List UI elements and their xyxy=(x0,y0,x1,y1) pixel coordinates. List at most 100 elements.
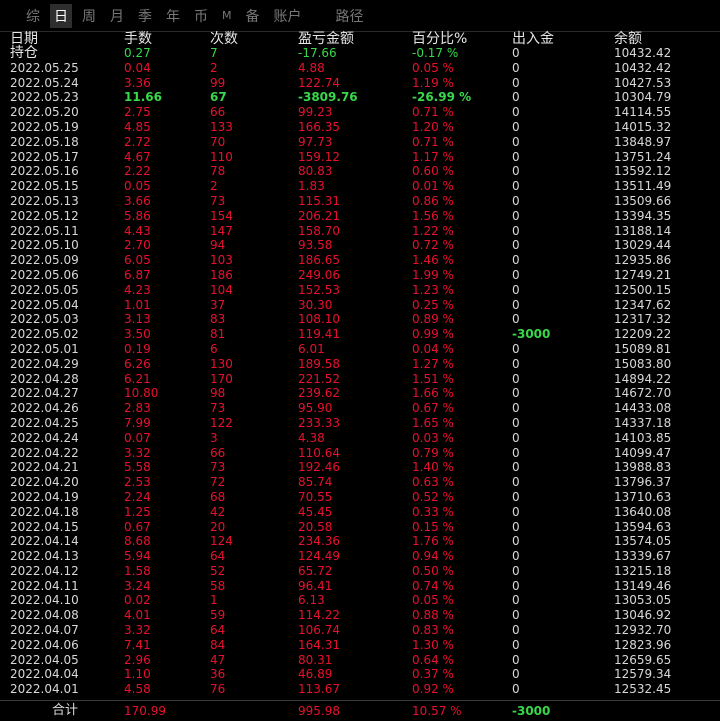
table-row[interactable]: 2022.04.12 1.58 52 65.72 0.50 % 0 13215.18 xyxy=(0,564,720,579)
cell-count: 81 xyxy=(210,327,226,342)
cell-lots: 7.99 xyxy=(124,415,151,430)
cell-lots: 3.13 xyxy=(124,312,151,327)
table-row[interactable]: 2022.05.23 11.66 67 -3809.76 -26.99 % 0 10304.… xyxy=(0,90,720,105)
cell-balance: 13594.63 xyxy=(614,519,672,534)
table-row[interactable]: 2022.04.29 6.26 130 189.58 1.27 % 0 15083.80 xyxy=(0,357,720,372)
table-row[interactable]: 2022.05.15 0.05 2 1.83 0.01 % 0 13511.49 xyxy=(0,179,720,194)
cell-cash-flow: 0 xyxy=(512,371,520,386)
cell-cash-flow: 0 xyxy=(512,105,520,120)
cell-cash-flow: 0 xyxy=(512,415,520,430)
position-balance: 10432.42 xyxy=(614,46,672,60)
cell-cash-flow: 0 xyxy=(512,90,520,105)
table-row[interactable]: 2022.04.01 4.58 76 113.67 0.92 % 0 12532.45 xyxy=(0,682,720,697)
table-row[interactable]: 2022.05.03 3.13 83 108.10 0.89 % 0 12317.32 xyxy=(0,312,720,327)
table-row[interactable]: 2022.04.14 8.68 124 234.36 1.76 % 0 13574.05 xyxy=(0,534,720,549)
table-row[interactable]: 2022.04.25 7.99 122 233.33 1.65 % 0 14337.18 xyxy=(0,416,720,431)
cell-date: 2022.04.22 xyxy=(10,445,79,460)
cell-balance: 10304.79 xyxy=(614,90,672,105)
cell-percent: 0.05 % xyxy=(412,60,454,75)
cell-lots: 0.07 xyxy=(124,430,151,445)
cell-percent: 0.72 % xyxy=(412,238,454,253)
table-row[interactable]: 2022.04.20 2.53 72 85.74 0.63 % 0 13796.37 xyxy=(0,475,720,490)
table-row[interactable]: 2022.05.05 4.23 104 152.53 1.23 % 0 12500.15 xyxy=(0,283,720,298)
cell-balance: 12532.45 xyxy=(614,682,672,697)
table-row[interactable]: 2022.05.13 3.66 73 115.31 0.86 % 0 13509.66 xyxy=(0,194,720,209)
tab-1[interactable]: 日 xyxy=(50,3,72,28)
tab-5[interactable]: 年 xyxy=(162,4,184,28)
table-row[interactable]: 2022.04.26 2.83 73 95.90 0.67 % 0 14433.08 xyxy=(0,401,720,416)
cell-count: 66 xyxy=(210,105,226,120)
cell-date: 2022.04.14 xyxy=(10,534,79,549)
cell-lots: 0.67 xyxy=(124,519,151,534)
table-row[interactable]: 2022.05.18 2.72 70 97.73 0.71 % 0 13848.97 xyxy=(0,135,720,150)
cell-cash-flow: 0 xyxy=(512,119,520,134)
table-row[interactable]: 2022.04.18 1.25 42 45.45 0.33 % 0 13640.08 xyxy=(0,505,720,520)
position-row[interactable]: 持仓 0.27 7 -17.66 -0.17 % 0 10432.42 xyxy=(0,46,720,61)
cell-lots: 1.01 xyxy=(124,297,151,312)
tab-10[interactable]: 路径 xyxy=(332,4,368,28)
table-row[interactable]: 2022.05.01 0.19 6 6.01 0.04 % 0 15089.81 xyxy=(0,342,720,357)
table-row[interactable]: 2022.05.12 5.86 154 206.21 1.56 % 0 13394.35 xyxy=(0,209,720,224)
table-header: 日期 手数 次数 盈亏金额 百分比% 出入金 余额 xyxy=(0,31,720,47)
tab-4[interactable]: 季 xyxy=(134,4,156,28)
cell-lots: 3.66 xyxy=(124,193,151,208)
cell-percent: 0.94 % xyxy=(412,549,454,564)
table-row[interactable]: 2022.04.27 10.80 98 239.62 1.66 % 0 14672.70 xyxy=(0,386,720,401)
table-row[interactable]: 2022.04.21 5.58 73 192.46 1.40 % 0 13988.83 xyxy=(0,460,720,475)
table-row[interactable]: 2022.04.13 5.94 64 124.49 0.94 % 0 13339.67 xyxy=(0,549,720,564)
tab-0[interactable]: 综 xyxy=(22,4,44,28)
tab-8[interactable]: 备 xyxy=(242,4,264,28)
cell-pnl: 233.33 xyxy=(298,415,340,430)
table-row[interactable]: 2022.04.22 3.32 66 110.64 0.79 % 0 14099.47 xyxy=(0,446,720,461)
cell-count: 122 xyxy=(210,415,233,430)
cell-pnl: 108.10 xyxy=(298,312,340,327)
cell-date: 2022.04.27 xyxy=(10,386,79,401)
cell-lots: 3.36 xyxy=(124,75,151,90)
table-row[interactable]: 2022.04.28 6.21 170 221.52 1.51 % 0 14894.22 xyxy=(0,372,720,387)
table-row[interactable]: 2022.04.24 0.07 3 4.38 0.03 % 0 14103.85 xyxy=(0,431,720,446)
cell-cash-flow: 0 xyxy=(512,534,520,549)
cell-percent: 0.79 % xyxy=(412,445,454,460)
header-cash-flow: 出入金 xyxy=(512,31,554,47)
tab-9[interactable]: 账户 xyxy=(270,4,306,28)
cell-cash-flow: 0 xyxy=(512,179,520,194)
cell-lots: 0.04 xyxy=(124,60,151,75)
cell-date: 2022.04.19 xyxy=(10,489,79,504)
tab-2[interactable]: 周 xyxy=(78,4,100,28)
cell-cash-flow: 0 xyxy=(512,267,520,282)
tab-6[interactable]: 币 xyxy=(190,4,212,28)
cell-count: 66 xyxy=(210,445,226,460)
cell-balance: 13149.46 xyxy=(614,578,672,593)
table-row[interactable]: 2022.05.09 6.05 103 186.65 1.46 % 0 12935.86 xyxy=(0,253,720,268)
table-row[interactable]: 2022.05.06 6.87 186 249.06 1.99 % 0 12749.21 xyxy=(0,268,720,283)
table-row[interactable]: 2022.04.06 7.41 84 164.31 1.30 % 0 12823.96 xyxy=(0,638,720,653)
table-row[interactable]: 2022.05.20 2.75 66 99.23 0.71 % 0 14114.55 xyxy=(0,105,720,120)
cell-count: 133 xyxy=(210,119,233,134)
cell-balance: 14015.32 xyxy=(614,119,672,134)
table-row[interactable]: 2022.04.07 3.32 64 106.74 0.83 % 0 12932.70 xyxy=(0,623,720,638)
table-row[interactable]: 2022.05.10 2.70 94 93.58 0.72 % 0 13029.44 xyxy=(0,238,720,253)
table-row[interactable]: 2022.05.04 1.01 37 30.30 0.25 % 0 12347.62 xyxy=(0,298,720,313)
cell-balance: 14099.47 xyxy=(614,445,672,460)
table-row[interactable]: 2022.05.17 4.67 110 159.12 1.17 % 0 13751.24 xyxy=(0,150,720,165)
cell-count: 94 xyxy=(210,238,226,253)
cell-lots: 6.05 xyxy=(124,253,151,268)
table-row[interactable]: 2022.05.19 4.85 133 166.35 1.20 % 0 14015.32 xyxy=(0,120,720,135)
table-row[interactable]: 2022.05.16 2.22 78 80.83 0.60 % 0 13592.12 xyxy=(0,164,720,179)
table-row[interactable]: 2022.04.19 2.24 68 70.55 0.52 % 0 13710.63 xyxy=(0,490,720,505)
table-row[interactable]: 2022.04.10 0.02 1 6.13 0.05 % 0 13053.05 xyxy=(0,593,720,608)
table-row[interactable]: 2022.04.05 2.96 47 80.31 0.64 % 0 12659.65 xyxy=(0,653,720,668)
tab-7[interactable]: M xyxy=(218,7,236,24)
table-row[interactable]: 2022.04.08 4.01 59 114.22 0.88 % 0 13046.92 xyxy=(0,608,720,623)
tab-3[interactable]: 月 xyxy=(106,4,128,28)
table-row[interactable]: 2022.05.11 4.43 147 158.70 1.22 % 0 13188.14 xyxy=(0,224,720,239)
table-row[interactable]: 2022.04.11 3.24 58 96.41 0.74 % 0 13149.46 xyxy=(0,579,720,594)
table-row[interactable]: 2022.04.15 0.67 20 20.58 0.15 % 0 13594.63 xyxy=(0,520,720,535)
table-row[interactable]: 2022.04.04 1.10 36 46.89 0.37 % 0 12579.34 xyxy=(0,667,720,682)
cell-balance: 14433.08 xyxy=(614,401,672,416)
table-row[interactable]: 2022.05.02 3.50 81 119.41 0.99 % -3000 12209.2… xyxy=(0,327,720,342)
cell-balance: 14337.18 xyxy=(614,415,672,430)
table-row[interactable]: 2022.05.25 0.04 2 4.88 0.05 % 0 10432.42 xyxy=(0,61,720,76)
cell-pnl: 159.12 xyxy=(298,149,340,164)
table-row[interactable]: 2022.05.24 3.36 99 122.74 1.19 % 0 10427.53 xyxy=(0,76,720,91)
